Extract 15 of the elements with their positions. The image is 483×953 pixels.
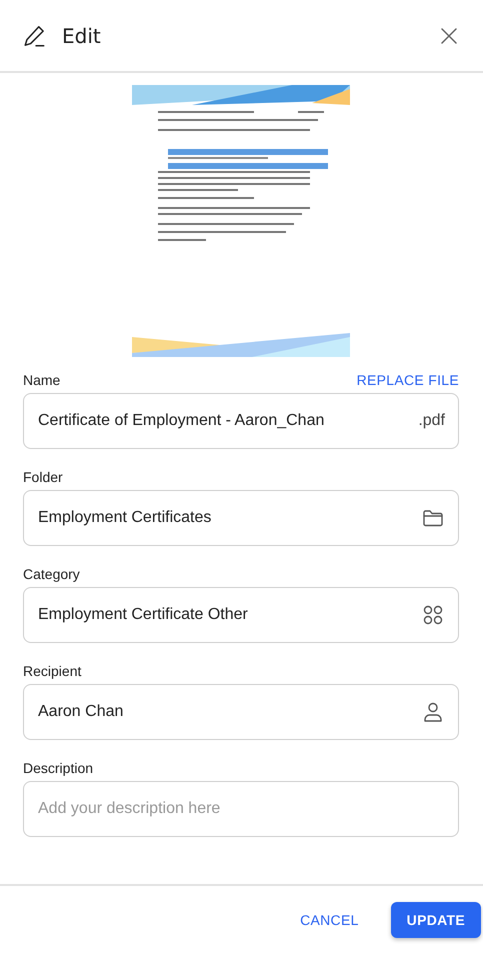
cancel-button[interactable]: CANCEL [292,902,367,938]
field-label: Name [23,372,60,388]
file-extension: .pdf [418,412,445,430]
replace-file-link[interactable]: REPLACE FILE [356,372,459,388]
dialog-title: Edit [62,24,102,48]
field-label: Folder [23,469,63,485]
update-button[interactable]: UPDATE [390,902,481,938]
grid-icon [421,603,445,627]
input-field[interactable]: Add your description here [23,781,459,837]
input-field[interactable]: Employment Certificates [23,490,459,546]
input-field[interactable]: Employment Certificate Other [23,587,459,643]
field-label: Category [23,566,80,582]
field-label: Recipient [23,663,82,679]
input-field[interactable]: Aaron Chan [23,684,459,740]
field-label: Description [23,760,94,776]
